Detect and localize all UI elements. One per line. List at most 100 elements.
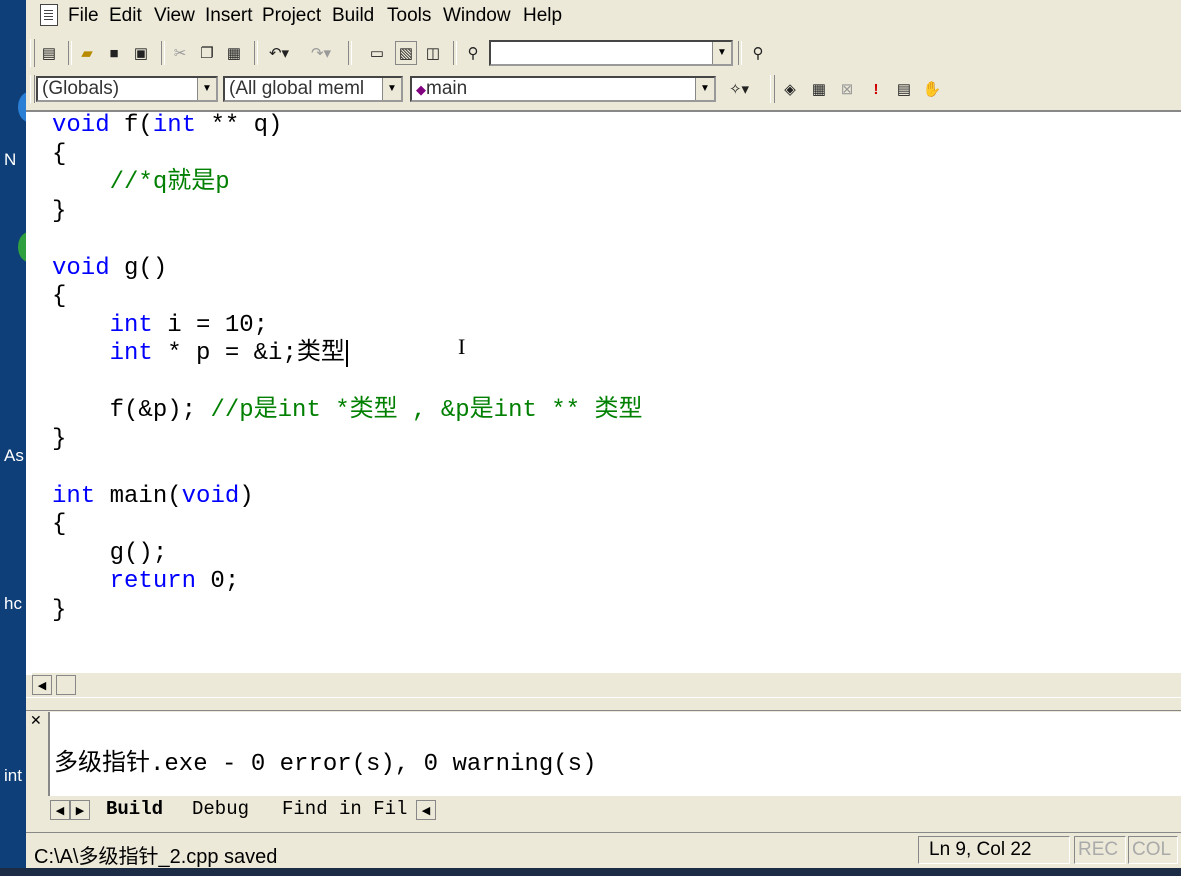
code-line[interactable] — [52, 369, 642, 398]
menu-build[interactable]: Build — [332, 5, 374, 27]
stop-build-icon[interactable]: ⊠ — [836, 77, 858, 101]
cut-icon[interactable]: ✂ — [169, 41, 191, 65]
code-text: main( — [95, 482, 182, 510]
toolbar-separator — [68, 41, 72, 65]
code-line[interactable] — [52, 226, 642, 255]
output-window-icon[interactable]: ▧ — [395, 41, 417, 65]
code-line[interactable]: int i = 10; — [52, 312, 642, 341]
tab-scroll-left-icon[interactable]: ◀ — [50, 800, 70, 820]
code-keyword: return — [109, 568, 197, 595]
new-file-icon[interactable]: ▤ — [38, 41, 60, 65]
members-combo-value: main — [426, 78, 468, 99]
filter-combo[interactable]: (All global meml ▼ — [223, 76, 403, 102]
save-icon[interactable]: ■ — [103, 41, 125, 65]
class-combo[interactable]: (Globals) ▼ — [36, 76, 218, 102]
desktop-label: int — [4, 766, 22, 785]
menu-view[interactable]: View — [154, 5, 195, 27]
code-line[interactable]: } — [52, 426, 642, 455]
menu-tools[interactable]: Tools — [387, 5, 431, 27]
code-editor[interactable]: void f(int ** q){ //*q就是p} void g(){ int … — [26, 110, 1181, 675]
code-text: } — [52, 197, 67, 225]
code-comment: //*q就是p — [109, 169, 230, 196]
go-icon[interactable]: ▤ — [893, 77, 915, 101]
code-line[interactable]: void g() — [52, 255, 642, 284]
code-line[interactable]: { — [52, 511, 642, 540]
wizard-action-icon[interactable]: ✧▾ — [720, 77, 758, 101]
menu-file[interactable]: File — [68, 5, 99, 27]
find-in-files-icon[interactable]: ⚲ — [462, 41, 484, 65]
code-text: i = 10; — [152, 311, 269, 339]
standard-toolbar: ▤ ▰ ■ ▣ ✂ ❐ ▦ ↶▾ ↷▾ ▭ ▧ ◫ ⚲ ▼ ⚲ — [26, 36, 1181, 72]
tab-scroll-right-icon[interactable]: ▶ — [70, 800, 90, 820]
menu-project[interactable]: Project — [262, 5, 321, 27]
scroll-left-icon[interactable]: ◀ — [32, 675, 52, 695]
code-line[interactable]: { — [52, 141, 642, 170]
code-text: ) — [239, 482, 254, 510]
open-folder-icon[interactable]: ▰ — [76, 41, 98, 65]
tab-build[interactable]: Build — [106, 798, 163, 820]
close-icon[interactable]: ✕ — [30, 712, 42, 729]
code-text: { — [52, 283, 67, 310]
rec-indicator: REC — [1074, 836, 1126, 864]
find-combo[interactable]: ▼ — [489, 40, 733, 66]
build-icon[interactable]: ▦ — [808, 77, 830, 101]
code-line[interactable]: //*q就是p — [52, 169, 642, 198]
code-keyword: void — [52, 254, 110, 282]
compile-icon[interactable]: ◈ — [779, 77, 801, 101]
code-line[interactable] — [52, 454, 642, 483]
pane-splitter[interactable] — [26, 697, 1181, 711]
menu-help[interactable]: Help — [523, 5, 562, 27]
copy-icon[interactable]: ❐ — [196, 41, 218, 65]
scroll-right-icon[interactable] — [56, 675, 76, 695]
text-caret — [345, 340, 348, 367]
chevron-down-icon[interactable]: ▼ — [695, 78, 714, 100]
code-line[interactable]: { — [52, 283, 642, 312]
code-line[interactable]: return 0; — [52, 568, 642, 597]
save-all-icon[interactable]: ▣ — [130, 41, 152, 65]
desktop-icon[interactable] — [18, 232, 26, 262]
horizontal-scrollbar[interactable]: ◀ — [32, 673, 1181, 697]
toolbar-grip[interactable] — [770, 75, 775, 103]
toolbar-grip[interactable] — [30, 75, 35, 103]
menu-insert[interactable]: Insert — [205, 5, 253, 27]
output-pane: ✕ 多级指针.exe - 0 error(s), 0 warning(s) — [26, 712, 1181, 802]
tab-find-in-files[interactable]: Find in Fil — [282, 798, 410, 820]
code-line[interactable]: f(&p); //p是int *类型 , &p是int ** 类型 — [52, 397, 643, 426]
status-message: C:\A\多级指针_2.cpp saved — [34, 846, 278, 868]
code-line[interactable]: void f(int ** q) — [52, 112, 642, 141]
code-line[interactable]: int * p = &i;类型 — [52, 340, 642, 369]
toolbar-separator — [254, 41, 258, 65]
window-list-icon[interactable]: ◫ — [422, 41, 444, 65]
code-text: ** q) — [196, 112, 283, 139]
tab-debug[interactable]: Debug — [192, 798, 249, 820]
desktop-icon[interactable] — [18, 92, 26, 122]
desktop-edge: N As hc int — [0, 0, 26, 876]
redo-icon[interactable]: ↷▾ — [304, 41, 338, 65]
code-text: { — [52, 140, 67, 168]
members-combo[interactable]: ◆main ▼ — [410, 76, 716, 102]
chevron-down-icon[interactable]: ▼ — [197, 78, 216, 100]
output-text-area[interactable]: 多级指针.exe - 0 error(s), 0 warning(s) — [48, 712, 1181, 798]
undo-icon[interactable]: ↶▾ — [262, 41, 296, 65]
execute-icon[interactable]: ! — [865, 77, 887, 101]
workspace-icon[interactable]: ▭ — [366, 41, 388, 65]
document-icon[interactable] — [40, 4, 58, 26]
code-line[interactable]: int main(void) — [52, 483, 642, 512]
desktop-label: As — [4, 446, 24, 465]
find-icon[interactable]: ⚲ — [747, 41, 769, 65]
code-line[interactable]: } — [52, 597, 642, 626]
paste-icon[interactable]: ▦ — [223, 41, 245, 65]
toolbar-grip[interactable] — [30, 39, 35, 67]
code-line[interactable]: } — [52, 198, 642, 227]
code-text: g(); — [52, 539, 168, 567]
menu-edit[interactable]: Edit — [109, 5, 142, 27]
source-code[interactable]: void f(int ** q){ //*q就是p} void g(){ int … — [52, 112, 642, 625]
breakpoint-icon[interactable]: ✋ — [921, 77, 943, 101]
chevron-down-icon[interactable]: ▼ — [712, 42, 731, 64]
menu-window[interactable]: Window — [443, 5, 511, 27]
code-line[interactable]: g(); — [52, 540, 642, 569]
chevron-down-icon[interactable]: ▼ — [382, 78, 401, 100]
output-scroll-left-icon[interactable]: ◀ — [416, 800, 436, 820]
